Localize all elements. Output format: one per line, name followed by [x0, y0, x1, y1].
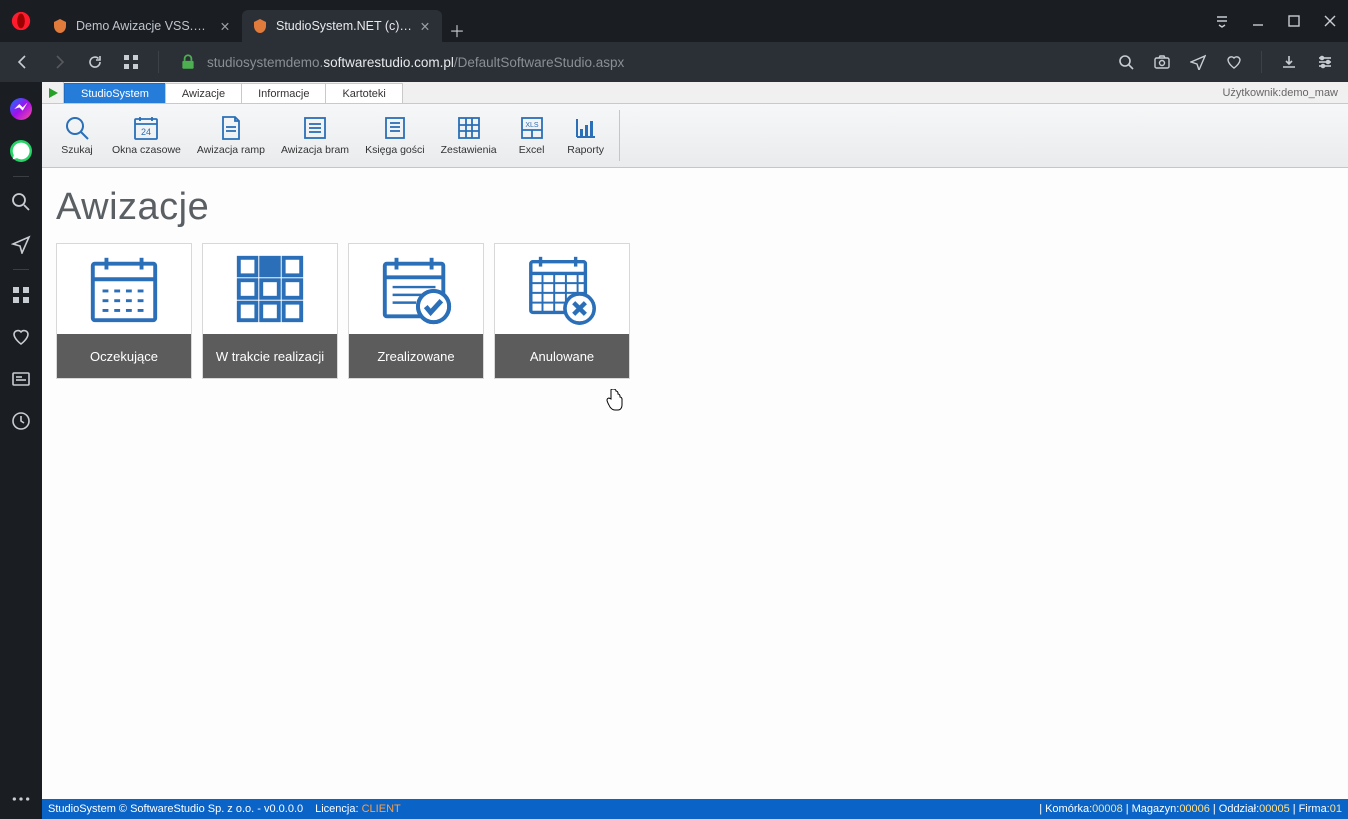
opera-logo[interactable] [0, 0, 42, 42]
new-tab-button[interactable]: ＋ [442, 18, 472, 42]
ribbon-toolbar: Szukaj 24 Okna czasowe Awizacja ramp Awi… [42, 104, 1348, 168]
speed-dial-icon[interactable] [114, 45, 148, 79]
send-icon[interactable] [1181, 45, 1215, 79]
download-icon[interactable] [1272, 45, 1306, 79]
user-label: Użytkownik: demo_maw [1222, 82, 1348, 103]
tab-kartoteki[interactable]: Kartoteki [325, 83, 402, 103]
play-icon[interactable] [42, 82, 64, 103]
calendar-cancel-icon [495, 244, 629, 334]
speed-dial-icon[interactable] [0, 274, 42, 316]
close-icon[interactable]: ✕ [218, 19, 232, 33]
card-label: W trakcie realizacji [203, 334, 337, 378]
flow-icon[interactable] [0, 223, 42, 265]
calendar-icon [57, 244, 191, 334]
url-text: studiosystemdemo.softwarestudio.com.pl/D… [207, 55, 624, 70]
lock-icon [179, 53, 197, 71]
app-viewport: StudioSystem Awizacje Informacje Kartote… [42, 82, 1348, 819]
address-bar[interactable]: studiosystemdemo.softwarestudio.com.pl/D… [179, 47, 1097, 77]
card-anulowane[interactable]: Anulowane [494, 243, 630, 379]
page-title: Awizacje [56, 186, 1334, 229]
heart-icon[interactable] [0, 316, 42, 358]
ribbon-okna-czasowe[interactable]: 24 Okna czasowe [104, 104, 189, 167]
maximize-button[interactable] [1276, 4, 1312, 38]
menu-icon[interactable] [1204, 4, 1240, 38]
whatsapp-icon[interactable] [0, 130, 42, 172]
favicon-icon [252, 18, 268, 34]
separator [13, 176, 29, 177]
copyright-text: StudioSystem © SoftwareStudio Sp. z o.o.… [48, 803, 303, 815]
card-w-trakcie[interactable]: W trakcie realizacji [202, 243, 338, 379]
card-oczekujace[interactable]: Oczekujące [56, 243, 192, 379]
tab-title: Demo Awizacje VSS.net - D [76, 19, 212, 33]
content-area: Awizacje Oczekuj [42, 168, 1348, 799]
browser-titlebar: Demo Awizacje VSS.net - D ✕ StudioSystem… [0, 0, 1348, 42]
forward-button[interactable] [42, 45, 76, 79]
news-icon[interactable] [0, 358, 42, 400]
grid-icon [456, 115, 482, 141]
ribbon-awizacja-bram[interactable]: Awizacja bram [273, 104, 357, 167]
ribbon-awizacja-ramp[interactable]: Awizacja ramp [189, 104, 273, 167]
book-icon [382, 115, 408, 141]
navbar-right [1109, 45, 1342, 79]
more-icon[interactable] [0, 787, 42, 811]
search-icon[interactable] [0, 181, 42, 223]
statusbar: StudioSystem © SoftwareStudio Sp. z o.o.… [42, 799, 1348, 819]
separator [619, 110, 620, 161]
separator [1261, 51, 1262, 73]
reload-button[interactable] [78, 45, 112, 79]
separator [13, 269, 29, 270]
calendar-24-icon: 24 [133, 115, 159, 141]
heart-icon[interactable] [1217, 45, 1251, 79]
search-icon [64, 115, 90, 141]
close-window-button[interactable] [1312, 4, 1348, 38]
list-icon [302, 115, 328, 141]
tab-title: StudioSystem.NET (c) Softw [276, 19, 412, 33]
ribbon-szukaj[interactable]: Szukaj [50, 104, 104, 167]
opera-sidebar [0, 82, 42, 819]
ribbon-excel[interactable]: XLS Excel [505, 104, 559, 167]
tab-informacje[interactable]: Informacje [241, 83, 326, 103]
ribbon-raporty[interactable]: Raporty [559, 104, 613, 167]
calendar-check-icon [349, 244, 483, 334]
snapshot-icon[interactable] [1145, 45, 1179, 79]
card-zrealizowane[interactable]: Zrealizowane [348, 243, 484, 379]
card-label: Anulowane [495, 334, 629, 378]
browser-navbar: studiosystemdemo.softwarestudio.com.pl/D… [0, 42, 1348, 82]
history-icon[interactable] [0, 400, 42, 442]
ribbon-zestawienia[interactable]: Zestawienia [433, 104, 505, 167]
svg-text:XLS: XLS [525, 122, 539, 129]
back-button[interactable] [6, 45, 40, 79]
close-icon[interactable]: ✕ [418, 19, 432, 33]
card-label: Oczekujące [57, 334, 191, 378]
tab-awizacje[interactable]: Awizacje [165, 83, 242, 103]
minimize-button[interactable] [1240, 4, 1276, 38]
excel-icon: XLS [519, 115, 545, 141]
card-label: Zrealizowane [349, 334, 483, 378]
svg-text:24: 24 [141, 127, 151, 137]
messenger-icon[interactable] [0, 88, 42, 130]
tab-studiosystem[interactable]: StudioSystem [64, 83, 166, 103]
ribbon-ksiega-gosci[interactable]: Księga gości [357, 104, 433, 167]
tabs-strip: Demo Awizacje VSS.net - D ✕ StudioSystem… [42, 0, 1204, 42]
search-icon[interactable] [1109, 45, 1143, 79]
easy-setup-icon[interactable] [1308, 45, 1342, 79]
status-right: | Komórka: 00008 | Magazyn: 00006 | Oddz… [1036, 803, 1342, 815]
browser-tab-1[interactable]: Demo Awizacje VSS.net - D ✕ [42, 10, 242, 42]
app-menubar: StudioSystem Awizacje Informacje Kartote… [42, 82, 1348, 104]
browser-tab-2[interactable]: StudioSystem.NET (c) Softw ✕ [242, 10, 442, 42]
license-text: Licencja: CLIENT [315, 803, 401, 815]
grid-squares-icon [203, 244, 337, 334]
separator [158, 51, 159, 73]
chart-icon [573, 115, 599, 141]
window-controls [1204, 0, 1348, 42]
favicon-icon [52, 18, 68, 34]
cards-row: Oczekujące W trakcie realizacji [56, 243, 1334, 379]
document-icon [218, 115, 244, 141]
